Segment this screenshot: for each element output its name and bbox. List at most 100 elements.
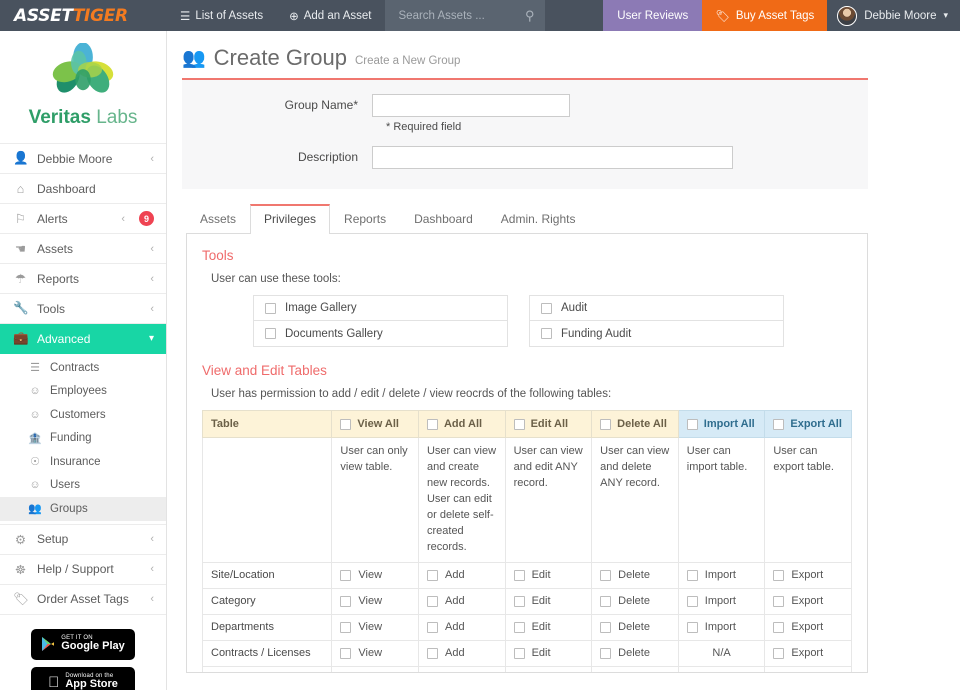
checkbox-export[interactable] xyxy=(773,622,784,633)
cell-export[interactable]: Export xyxy=(765,666,852,673)
sidebar-item-setup[interactable]: ⚙ Setup ‹ xyxy=(0,525,166,555)
sidebar-item-insurance[interactable]: ☉ Insurance xyxy=(0,450,166,474)
search-input[interactable] xyxy=(397,9,515,23)
checkbox-view[interactable] xyxy=(340,648,351,659)
tool-audit[interactable]: Audit xyxy=(530,296,783,321)
google-play-button[interactable]: GET IT ON Google Play xyxy=(31,629,135,660)
sidebar-item-reports[interactable]: ☂ Reports ‹ xyxy=(0,264,166,294)
cell-import[interactable]: Import xyxy=(678,588,765,614)
checkbox-image-gallery[interactable] xyxy=(265,303,276,314)
tool-image-gallery[interactable]: Image Gallery xyxy=(254,296,507,321)
checkbox-import-all[interactable] xyxy=(687,419,698,430)
checkbox-view[interactable] xyxy=(340,622,351,633)
col-delete-all[interactable]: Delete All xyxy=(592,411,679,438)
tab-reports[interactable]: Reports xyxy=(330,204,400,234)
app-store-button[interactable]:  Download on the App Store xyxy=(31,667,135,690)
checkbox-add[interactable] xyxy=(427,570,438,581)
tab-admin-rights[interactable]: Admin. Rights xyxy=(487,204,590,234)
tab-privileges[interactable]: Privileges xyxy=(250,204,330,234)
search-box[interactable]: ⚲ xyxy=(385,0,545,31)
brand-logo[interactable]: ASSETTIGER xyxy=(0,0,167,31)
col-add-all[interactable]: Add All xyxy=(418,411,505,438)
checkbox-edit[interactable] xyxy=(514,596,525,607)
sidebar-item-help-support[interactable]: ☸ Help / Support ‹ xyxy=(0,555,166,585)
cell-edit[interactable]: Edit xyxy=(505,666,592,673)
checkbox-delete[interactable] xyxy=(600,596,611,607)
cell-edit[interactable]: Edit xyxy=(505,640,592,666)
buy-asset-tags-button[interactable]: 🏷 Buy Asset Tags xyxy=(702,0,827,31)
sidebar-item-assets[interactable]: ☚ Assets ‹ xyxy=(0,234,166,264)
tool-funding-audit[interactable]: Funding Audit xyxy=(530,321,783,346)
search-icon[interactable]: ⚲ xyxy=(525,8,535,24)
tool-documents-gallery[interactable]: Documents Gallery xyxy=(254,321,507,346)
description-input[interactable] xyxy=(372,146,733,169)
checkbox-export-all[interactable] xyxy=(773,419,784,430)
cell-delete[interactable]: Delete xyxy=(592,588,679,614)
checkbox-funding-audit[interactable] xyxy=(541,328,552,339)
sidebar-item-alerts[interactable]: ⚐ Alerts ‹ 9 xyxy=(0,204,166,234)
cell-edit[interactable]: Edit xyxy=(505,614,592,640)
sidebar-item-customers[interactable]: ☺ Customers xyxy=(0,403,166,427)
checkbox-add[interactable] xyxy=(427,596,438,607)
sidebar-item-employees[interactable]: ☺ Employees xyxy=(0,380,166,404)
checkbox-add-all[interactable] xyxy=(427,419,438,430)
checkbox-delete[interactable] xyxy=(600,570,611,581)
sidebar-item-tools[interactable]: 🔧 Tools ‹ xyxy=(0,294,166,324)
cell-add[interactable]: Add xyxy=(418,588,505,614)
cell-export[interactable]: Export xyxy=(765,640,852,666)
checkbox-delete[interactable] xyxy=(600,622,611,633)
permissions-table-scroll[interactable]: Table View All Add All Edit All xyxy=(202,410,852,673)
checkbox-audit[interactable] xyxy=(541,303,552,314)
nav-list-of-assets[interactable]: ☰ List of Assets xyxy=(167,0,276,31)
col-export-all[interactable]: Export All xyxy=(765,411,852,438)
checkbox-view[interactable] xyxy=(340,570,351,581)
group-name-input[interactable] xyxy=(372,94,570,117)
sidebar-item-groups[interactable]: 👥 Groups xyxy=(0,497,166,521)
cell-delete[interactable]: Delete xyxy=(592,640,679,666)
nav-add-an-asset[interactable]: ⊕ Add an Asset xyxy=(276,0,384,31)
user-menu[interactable]: Debbie Moore ▾ xyxy=(827,0,960,31)
checkbox-add[interactable] xyxy=(427,648,438,659)
checkbox-delete[interactable] xyxy=(600,648,611,659)
checkbox-delete-all[interactable] xyxy=(600,419,611,430)
checkbox-import[interactable] xyxy=(687,622,698,633)
col-import-all[interactable]: Import All xyxy=(678,411,765,438)
cell-view[interactable]: View xyxy=(332,614,419,640)
sidebar-item-advanced[interactable]: 💼 Advanced ▾ xyxy=(0,324,166,354)
cell-add[interactable]: Add xyxy=(418,562,505,588)
cell-delete[interactable]: Delete xyxy=(592,666,679,673)
cell-import[interactable]: Import xyxy=(678,562,765,588)
sidebar-item-users[interactable]: ☺ Users xyxy=(0,474,166,498)
cell-add[interactable]: Add xyxy=(418,640,505,666)
cell-add[interactable]: Add xyxy=(418,614,505,640)
tab-assets[interactable]: Assets xyxy=(186,204,250,234)
cell-export[interactable]: Export xyxy=(765,588,852,614)
cell-delete[interactable]: Delete xyxy=(592,562,679,588)
col-view-all[interactable]: View All xyxy=(332,411,419,438)
cell-edit[interactable]: Edit xyxy=(505,562,592,588)
checkbox-edit[interactable] xyxy=(514,648,525,659)
checkbox-export[interactable] xyxy=(773,570,784,581)
cell-view[interactable]: View xyxy=(332,640,419,666)
checkbox-add[interactable] xyxy=(427,622,438,633)
sidebar-item-debbie-moore[interactable]: 👤 Debbie Moore ‹ xyxy=(0,144,166,174)
checkbox-import[interactable] xyxy=(687,570,698,581)
checkbox-edit-all[interactable] xyxy=(514,419,525,430)
checkbox-documents-gallery[interactable] xyxy=(265,328,276,339)
checkbox-export[interactable] xyxy=(773,648,784,659)
cell-export[interactable]: Export xyxy=(765,562,852,588)
user-reviews-button[interactable]: User Reviews xyxy=(603,0,702,31)
sidebar-item-funding[interactable]: 🏦 Funding xyxy=(0,427,166,451)
cell-view[interactable]: View xyxy=(332,588,419,614)
cell-edit[interactable]: Edit xyxy=(505,588,592,614)
cell-import[interactable]: Import xyxy=(678,614,765,640)
checkbox-export[interactable] xyxy=(773,596,784,607)
cell-view[interactable]: View xyxy=(332,562,419,588)
cell-export[interactable]: Export xyxy=(765,614,852,640)
checkbox-edit[interactable] xyxy=(514,570,525,581)
cell-add[interactable]: Add xyxy=(418,666,505,673)
tab-dashboard[interactable]: Dashboard xyxy=(400,204,487,234)
cell-view[interactable]: View xyxy=(332,666,419,673)
cell-delete[interactable]: Delete xyxy=(592,614,679,640)
checkbox-import[interactable] xyxy=(687,596,698,607)
